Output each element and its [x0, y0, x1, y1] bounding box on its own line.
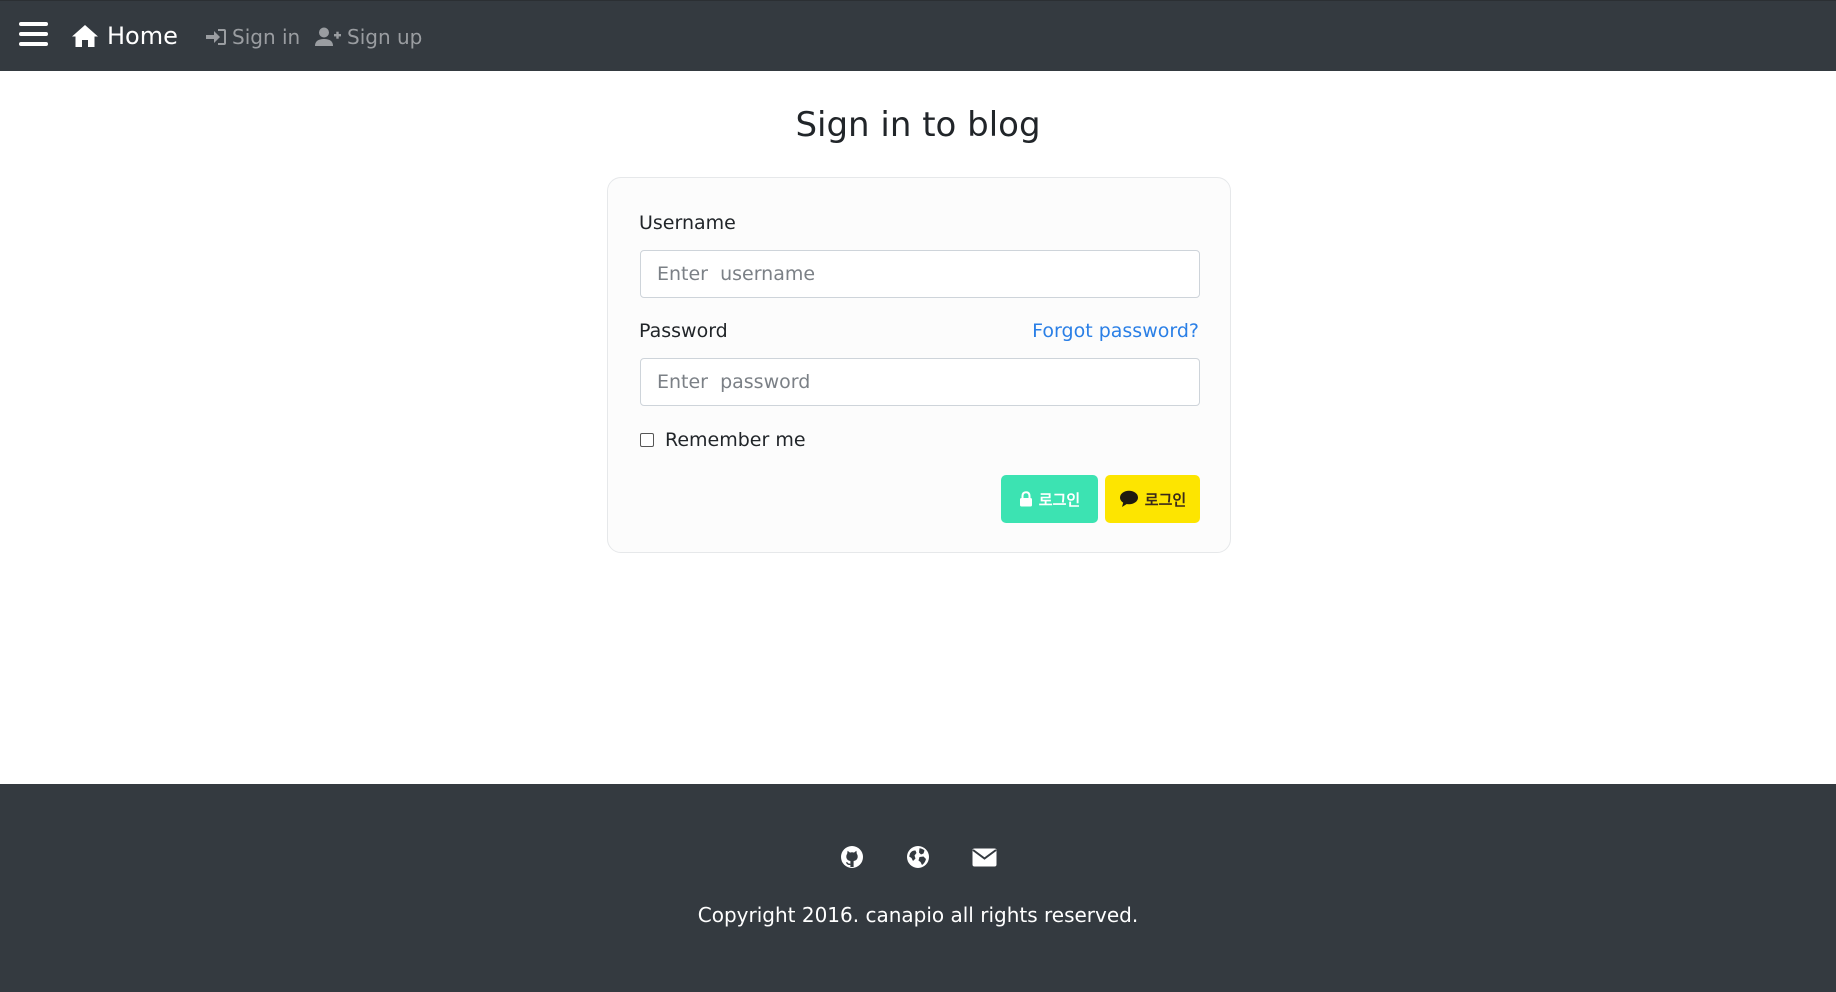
page-title: Sign in to blog	[795, 105, 1041, 145]
footer-social-links	[0, 844, 1836, 870]
nav-home-label: Home	[107, 22, 178, 50]
page-footer: Copyright 2016. canapio all rights reser…	[0, 784, 1836, 992]
kakao-button-label: 로그인	[1144, 490, 1187, 509]
remember-me-checkbox[interactable]	[640, 433, 654, 447]
login-form-card: Username Password Forgot password? Remem…	[607, 177, 1231, 553]
nav-signup-label: Sign up	[347, 25, 423, 49]
nav-home-link[interactable]: Home	[71, 19, 178, 53]
username-input[interactable]	[640, 250, 1200, 298]
nav-signup-link[interactable]: Sign up	[314, 22, 422, 52]
github-icon[interactable]	[839, 844, 865, 870]
home-icon	[72, 25, 98, 47]
forgot-password-link[interactable]: Forgot password?	[1032, 318, 1199, 344]
top-navbar: Home Sign in Sign up	[0, 0, 1836, 71]
login-button[interactable]: 로그인	[1001, 475, 1098, 523]
remember-me-label: Remember me	[665, 429, 806, 451]
login-button-label: 로그인	[1038, 490, 1081, 509]
kakao-login-button[interactable]: 로그인	[1105, 475, 1200, 523]
nav-signin-label: Sign in	[232, 25, 301, 49]
remember-me[interactable]: Remember me	[640, 427, 806, 453]
hamburger-menu-icon[interactable]	[19, 21, 48, 46]
lock-icon	[1019, 491, 1032, 507]
password-label: Password	[639, 320, 728, 342]
user-plus-icon	[315, 27, 341, 46]
envelope-icon[interactable]	[971, 844, 997, 870]
password-input[interactable]	[640, 358, 1200, 406]
username-label: Username	[639, 212, 736, 234]
copyright-text: Copyright 2016. canapio all rights reser…	[697, 903, 1139, 927]
speech-bubble-icon	[1119, 490, 1138, 507]
sign-in-icon	[206, 29, 226, 45]
nav-signin-link[interactable]: Sign in	[205, 22, 300, 52]
globe-icon[interactable]	[905, 844, 931, 870]
